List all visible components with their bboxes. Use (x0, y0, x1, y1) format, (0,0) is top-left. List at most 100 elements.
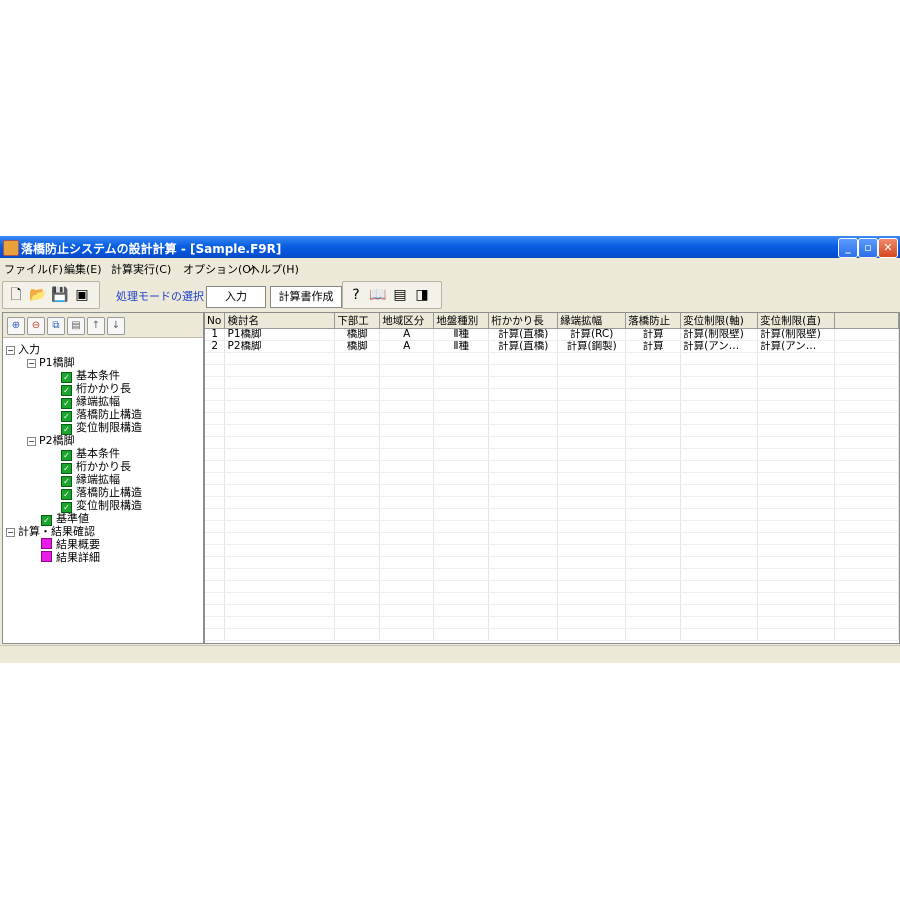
table-cell[interactable] (379, 508, 435, 521)
table-cell[interactable] (834, 448, 899, 461)
table-cell[interactable] (557, 496, 627, 509)
table-cell[interactable] (680, 376, 759, 389)
table-cell[interactable] (680, 628, 759, 641)
table-cell[interactable] (205, 520, 226, 533)
table-cell[interactable] (625, 580, 682, 593)
empty-row[interactable] (205, 352, 899, 365)
table-cell[interactable]: 計算(直橋) (488, 328, 559, 341)
table-cell[interactable] (433, 532, 490, 545)
table-cell[interactable] (334, 592, 381, 605)
table-cell[interactable] (334, 460, 381, 473)
table-cell[interactable] (625, 352, 682, 365)
table-cell[interactable] (625, 424, 682, 437)
table-cell[interactable] (488, 484, 559, 497)
table-cell[interactable] (625, 472, 682, 485)
table-cell[interactable] (334, 352, 381, 365)
table-cell[interactable] (834, 556, 899, 569)
table-cell[interactable] (757, 496, 836, 509)
table-cell[interactable] (834, 484, 899, 497)
table-cell[interactable] (625, 436, 682, 449)
table-cell[interactable]: P2橋脚 (224, 340, 336, 353)
table-cell[interactable] (757, 544, 836, 557)
table-cell[interactable] (334, 484, 381, 497)
table-cell[interactable] (334, 580, 381, 593)
table-cell[interactable] (680, 544, 759, 557)
table-cell[interactable] (557, 616, 627, 629)
table-cell[interactable] (757, 532, 836, 545)
table-cell[interactable] (334, 412, 381, 425)
column-header[interactable]: 変位制限(軸) (680, 313, 759, 329)
minimize-button[interactable]: _ (838, 238, 858, 258)
table-cell[interactable] (224, 568, 336, 581)
table-cell[interactable] (224, 448, 336, 461)
table-cell[interactable] (757, 628, 836, 641)
table-cell[interactable] (488, 628, 559, 641)
table-cell[interactable] (625, 496, 682, 509)
table-cell[interactable] (379, 592, 435, 605)
table-cell[interactable] (488, 568, 559, 581)
table-cell[interactable] (757, 568, 836, 581)
table-cell[interactable]: 2 (205, 340, 226, 353)
table-cell[interactable] (625, 364, 682, 377)
table-cell[interactable] (757, 352, 836, 365)
table-cell[interactable] (757, 376, 836, 389)
table-cell[interactable] (680, 568, 759, 581)
table-cell[interactable] (557, 484, 627, 497)
table-cell[interactable] (834, 544, 899, 557)
table-cell[interactable] (379, 628, 435, 641)
empty-row[interactable] (205, 616, 899, 629)
move-down-icon[interactable]: ↓ (107, 317, 125, 335)
table-cell[interactable] (557, 472, 627, 485)
tree-item[interactable]: ✓ 縁端拡幅 (61, 395, 120, 409)
table-cell[interactable] (834, 592, 899, 605)
table-cell[interactable] (433, 520, 490, 533)
table-cell[interactable] (224, 532, 336, 545)
table-cell[interactable] (834, 508, 899, 521)
table-cell[interactable] (205, 472, 226, 485)
table-cell[interactable] (625, 628, 682, 641)
table-cell[interactable] (488, 496, 559, 509)
empty-row[interactable] (205, 376, 899, 389)
table-cell[interactable] (433, 424, 490, 437)
table-cell[interactable] (680, 484, 759, 497)
table-cell[interactable] (757, 460, 836, 473)
table-cell[interactable]: 計算 (625, 340, 682, 353)
table-cell[interactable] (757, 424, 836, 437)
table-cell[interactable] (834, 424, 899, 437)
table-cell[interactable] (680, 508, 759, 521)
table-cell[interactable] (334, 400, 381, 413)
menu-options[interactable]: オプション(O) (183, 261, 255, 277)
table-cell[interactable] (379, 424, 435, 437)
empty-row[interactable] (205, 448, 899, 461)
table-cell[interactable] (433, 592, 490, 605)
table-cell[interactable] (680, 412, 759, 425)
table-cell[interactable]: 計算(直橋) (488, 340, 559, 353)
column-header[interactable]: 縁端拡幅 (557, 313, 627, 329)
table-cell[interactable] (205, 544, 226, 557)
tree-node-p2[interactable]: − P2橋脚 (27, 434, 75, 447)
table-cell[interactable] (205, 376, 226, 389)
table-cell[interactable] (334, 472, 381, 485)
table-cell[interactable] (224, 460, 336, 473)
table-cell[interactable] (625, 508, 682, 521)
menu-calc[interactable]: 計算実行(C) (111, 261, 171, 277)
table-cell[interactable] (680, 352, 759, 365)
collapse-icon[interactable]: − (6, 528, 15, 537)
table-cell[interactable] (379, 436, 435, 449)
table-cell[interactable] (757, 592, 836, 605)
table-cell[interactable]: 計算(制限壁) (757, 328, 836, 341)
table-cell[interactable] (625, 604, 682, 617)
table-cell[interactable]: A (379, 328, 435, 341)
table-cell[interactable] (224, 412, 336, 425)
tree-item[interactable]: ✓ 落橋防止構造 (61, 408, 142, 422)
table-cell[interactable] (557, 532, 627, 545)
table-cell[interactable] (757, 388, 836, 401)
table-cell[interactable] (205, 604, 226, 617)
table-cell[interactable] (557, 376, 627, 389)
table-cell[interactable] (379, 580, 435, 593)
table-cell[interactable] (680, 532, 759, 545)
table-cell[interactable] (625, 556, 682, 569)
table-cell[interactable] (557, 592, 627, 605)
table-cell[interactable] (224, 484, 336, 497)
table-cell[interactable]: 橋脚 (334, 328, 381, 341)
